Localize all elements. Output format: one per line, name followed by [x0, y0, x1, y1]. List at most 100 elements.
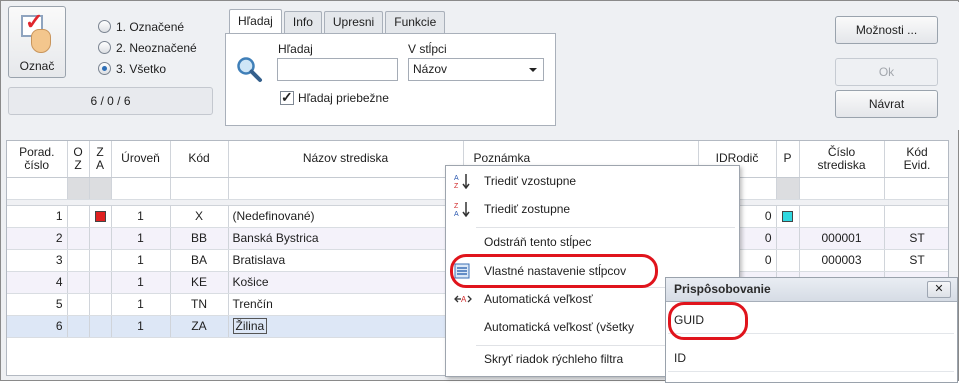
menu-item-label: Automatická veľkosť	[484, 292, 593, 306]
name-cell: Bratislava	[228, 249, 464, 272]
filter-cell[interactable]	[67, 177, 90, 200]
za-cell[interactable]	[89, 293, 112, 316]
column-header-evid[interactable]: Kód Evid.	[884, 141, 948, 178]
highlight-oval	[668, 302, 748, 340]
sort-descending-icon: ZA	[454, 201, 472, 218]
filter-cell[interactable]	[799, 177, 885, 200]
oz-cell[interactable]	[67, 249, 90, 272]
filter-cell[interactable]	[111, 177, 171, 200]
tab-hladaj[interactable]: Hľadaj	[229, 9, 282, 33]
oz-cell[interactable]	[67, 315, 90, 338]
close-icon[interactable]: ✕	[927, 281, 951, 298]
column-header-uroven[interactable]: Úroveň	[111, 141, 171, 178]
options-button[interactable]: Možnosti ...	[835, 16, 938, 44]
p-cell[interactable]	[776, 227, 800, 250]
header-text: Úroveň	[121, 151, 160, 166]
filter-cell[interactable]	[170, 177, 229, 200]
oz-cell[interactable]	[67, 293, 90, 316]
row-number: 3	[7, 249, 68, 272]
checkbox-box[interactable]	[280, 89, 294, 106]
svg-text:A: A	[461, 295, 467, 304]
tab-info[interactable]: Info	[283, 11, 322, 33]
filter-cell[interactable]	[884, 177, 948, 200]
level-cell: 1	[111, 249, 171, 272]
row-number: 6	[7, 315, 68, 338]
column-header-kod[interactable]: Kód	[170, 141, 229, 178]
radio-circle[interactable]	[98, 41, 111, 54]
svg-text:A: A	[454, 211, 459, 217]
evid-cell: ST	[884, 227, 948, 250]
hidden-column-id[interactable]: ID	[668, 344, 954, 372]
evid-cell	[884, 205, 948, 228]
filter-cell[interactable]	[228, 177, 464, 200]
za-cell[interactable]	[89, 227, 112, 250]
code-cell: X	[170, 205, 229, 228]
za-cell[interactable]	[89, 249, 112, 272]
filter-cell[interactable]	[89, 177, 112, 200]
column-select-value: Názov	[413, 62, 448, 76]
name-cell: (Nedefinované)	[228, 205, 464, 228]
header-text: Kód Evid.	[903, 144, 931, 172]
menu-item-sort-descending[interactable]: ZA Triediť zostupne	[446, 196, 739, 222]
radio-unmarked[interactable]: 2. Neoznačené	[98, 37, 197, 58]
level-cell: 1	[111, 271, 171, 294]
menu-item-sort-ascending[interactable]: AZ Triediť vzostupne	[446, 168, 739, 194]
column-header-nazov[interactable]: Názov strediska	[228, 141, 464, 178]
radio-circle[interactable]	[98, 20, 111, 33]
ok-button[interactable]: Ok	[835, 58, 938, 86]
menu-item-remove-column[interactable]: Odstráň tento stĺpec	[446, 229, 739, 255]
radio-all[interactable]: 3. Všetko	[98, 58, 197, 79]
menu-item-label: Triediť zostupne	[484, 202, 571, 216]
header-text: Kód	[188, 151, 210, 166]
level-cell: 1	[111, 227, 171, 250]
name-cell: Košice	[228, 271, 464, 294]
column-header-p[interactable]: P	[776, 141, 800, 178]
row-number: 1	[7, 205, 68, 228]
mark-button[interactable]: ✓ Označ	[8, 6, 66, 78]
oz-cell[interactable]	[67, 271, 90, 294]
column-header-oz[interactable]: O Z	[67, 141, 90, 178]
mark-filter-radios: 1. Označené 2. Neoznačené 3. Všetko	[98, 16, 197, 79]
search-input[interactable]	[277, 58, 398, 81]
search-tab-panel: Hľadaj V stĺpci Názov Hľadaj priebežne	[225, 33, 556, 126]
radio-marked[interactable]: 1. Označené	[98, 16, 197, 37]
tab-funkcie[interactable]: Funkcie	[385, 11, 446, 33]
radio-circle[interactable]	[98, 62, 111, 75]
oz-cell[interactable]	[67, 227, 90, 250]
za-cell[interactable]	[89, 315, 112, 338]
menu-item-label: Triediť vzostupne	[484, 174, 577, 188]
search-icon	[237, 57, 262, 82]
center-number-cell	[799, 205, 885, 228]
back-button[interactable]: Návrat	[835, 90, 938, 118]
column-header-poradie[interactable]: Porad. číslo	[7, 141, 68, 178]
radio-label: 2. Neoznačené	[116, 40, 197, 55]
chevron-down-icon[interactable]	[529, 68, 537, 72]
oz-cell[interactable]	[67, 205, 90, 228]
column-select[interactable]: Názov	[408, 58, 544, 81]
level-cell: 1	[111, 293, 171, 316]
radio-label: 1. Označené	[116, 19, 185, 34]
code-cell: ZA	[170, 315, 229, 338]
filter-cell[interactable]	[776, 177, 800, 200]
header-text: P	[783, 151, 792, 166]
code-cell: BB	[170, 227, 229, 250]
live-search-label: Hľadaj priebežne	[298, 91, 389, 105]
live-search-checkbox[interactable]: Hľadaj priebežne	[280, 89, 389, 106]
name-cell: Trenčín	[228, 293, 464, 316]
p-cell[interactable]	[776, 249, 800, 272]
header-text: IDRodič	[715, 151, 759, 166]
column-header-cislo[interactable]: Číslo strediska	[799, 141, 885, 178]
level-cell: 1	[111, 205, 171, 228]
tab-upresni[interactable]: Upresni	[323, 11, 384, 33]
header-text: Poznámka	[473, 151, 531, 166]
center-number-cell: 000001	[799, 227, 885, 250]
za-cell[interactable]	[89, 271, 112, 294]
search-label: Hľadaj	[278, 42, 313, 56]
filter-cell[interactable]	[7, 177, 68, 200]
p-cell[interactable]	[776, 205, 800, 228]
column-header-za[interactable]: Z A	[89, 141, 112, 178]
name-cell-editor[interactable]: Žilina	[232, 318, 268, 334]
name-cell[interactable]: Žilina	[228, 315, 464, 338]
za-cell[interactable]	[89, 205, 112, 228]
red-marker-icon	[94, 211, 106, 223]
